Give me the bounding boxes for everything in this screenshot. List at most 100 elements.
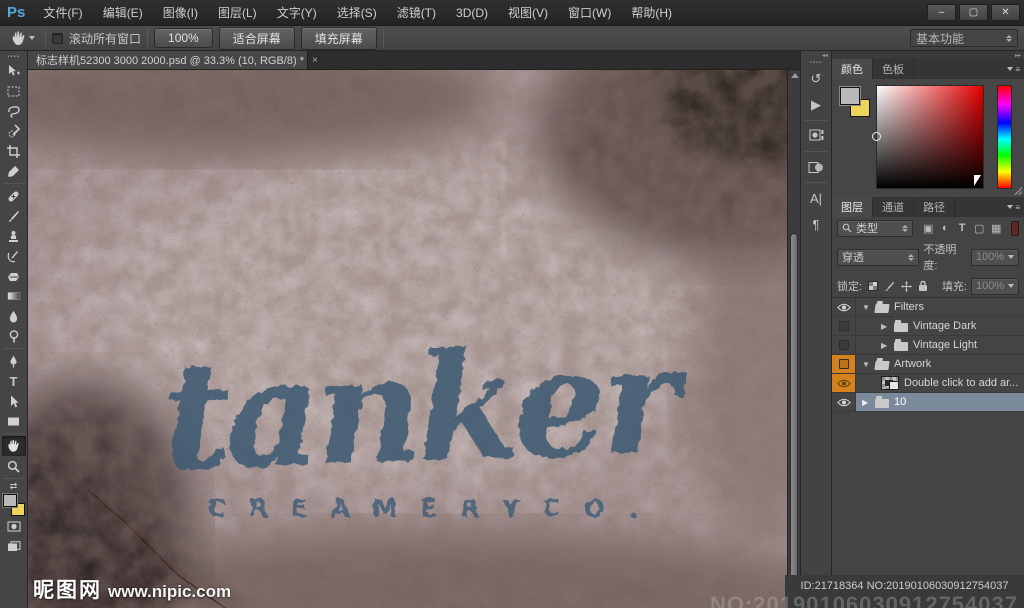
eraser-tool[interactable] <box>2 266 26 286</box>
swap-colors-icon[interactable]: ⇄ <box>10 481 18 491</box>
fill-screen-button[interactable]: 填充屏幕 <box>300 26 377 50</box>
filter-on-off-toggle[interactable] <box>1011 220 1019 236</box>
eyedropper-tool[interactable] <box>2 161 26 181</box>
layer-row-smart-object[interactable]: Double click to add ar... <box>832 374 1024 393</box>
foreground-color-swatch[interactable] <box>1 493 18 508</box>
actions-panel-icon[interactable]: ▶ <box>804 94 829 116</box>
filter-type-layers-icon[interactable]: T <box>955 222 969 234</box>
expand-triangle-icon[interactable]: ▼ <box>862 303 870 312</box>
type-tool[interactable]: T <box>2 371 26 391</box>
collapse-triangle-icon[interactable]: ▶ <box>881 322 889 331</box>
tab-channels[interactable]: 通道 <box>873 197 914 217</box>
fill-dropdown[interactable]: 100% <box>971 277 1019 295</box>
tab-layers[interactable]: 图层 <box>832 197 873 217</box>
collapse-triangle-icon[interactable]: ▶ <box>881 341 889 350</box>
pen-tool[interactable] <box>2 351 26 371</box>
filter-pixel-layers-icon[interactable]: ▣ <box>921 222 935 235</box>
tab-swatches[interactable]: 色板 <box>873 59 914 79</box>
minimize-button[interactable]: – <box>927 4 956 21</box>
menu-file[interactable]: 文件(F) <box>33 0 92 26</box>
history-brush-tool[interactable] <box>2 246 26 266</box>
scroll-all-windows-checkbox[interactable] <box>52 32 63 44</box>
menu-image[interactable]: 图像(I) <box>153 0 208 26</box>
panel-grip[interactable]: ▪▪▪▪ <box>7 53 20 61</box>
lasso-tool[interactable] <box>2 101 26 121</box>
paragraph-panel-icon[interactable]: ¶ <box>804 213 829 235</box>
zoom-tool[interactable] <box>2 456 26 476</box>
lock-transparency-icon[interactable] <box>868 281 879 291</box>
tab-paths[interactable]: 路径 <box>914 197 955 217</box>
blend-mode-dropdown[interactable]: 穿透 <box>837 248 920 266</box>
layer-row-10[interactable]: ▶ 10 <box>832 393 1024 412</box>
shape-tool[interactable] <box>2 411 26 431</box>
menu-type[interactable]: 文字(Y) <box>267 0 327 26</box>
layer-row-vintage-light[interactable]: ▶ Vintage Light <box>832 336 1024 355</box>
menu-3d[interactable]: 3D(D) <box>446 0 498 26</box>
clone-stamp-tool[interactable] <box>2 226 26 246</box>
canvas[interactable]: tanker C R E A M E R Y C O . 昵图网 www.nip… <box>28 70 787 608</box>
history-panel-icon[interactable]: ↺ <box>804 68 829 90</box>
gradient-tool[interactable] <box>2 286 26 306</box>
spot-healing-tool[interactable] <box>2 186 26 206</box>
dodge-tool[interactable] <box>2 326 26 346</box>
tab-color[interactable]: 颜色 <box>832 59 873 79</box>
adjustments-panel-icon[interactable] <box>804 125 829 147</box>
menu-window[interactable]: 窗口(W) <box>558 0 621 26</box>
filter-kind-dropdown[interactable]: 类型 <box>837 219 914 237</box>
menu-edit[interactable]: 编辑(E) <box>93 0 153 26</box>
menu-view[interactable]: 视图(V) <box>498 0 558 26</box>
lock-position-icon[interactable] <box>901 280 913 292</box>
path-selection-tool[interactable] <box>2 391 26 411</box>
visibility-toggle[interactable] <box>832 336 856 354</box>
menu-filter[interactable]: 滤镜(T) <box>387 0 446 26</box>
marquee-tool[interactable] <box>2 81 26 101</box>
foreground-color-swatch[interactable] <box>839 86 861 106</box>
quick-mask-toggle[interactable] <box>2 516 26 536</box>
workspace-switcher[interactable]: 基本功能 <box>910 29 1018 47</box>
menu-layer[interactable]: 图层(L) <box>208 0 267 26</box>
panel-menu-button[interactable]: ≡ <box>1007 197 1024 217</box>
zoom-100-button[interactable]: 100% <box>154 28 213 48</box>
maximize-button[interactable]: ▢ <box>959 4 988 21</box>
layer-row-artwork[interactable]: ▼ Artwork <box>832 355 1024 374</box>
filter-smart-objects-icon[interactable]: ▦ <box>989 222 1003 235</box>
crop-tool[interactable] <box>2 141 26 161</box>
layer-row-filters[interactable]: ▼ Filters <box>832 298 1024 317</box>
move-tool[interactable] <box>2 61 26 81</box>
visibility-toggle[interactable] <box>832 355 856 373</box>
saturation-brightness-field[interactable] <box>872 85 984 189</box>
quick-selection-tool[interactable] <box>2 121 26 141</box>
hue-slider[interactable] <box>997 85 1012 189</box>
collapse-triangle-icon[interactable]: ▶ <box>862 398 870 407</box>
fit-screen-button[interactable]: 适合屏幕 <box>218 26 295 50</box>
opacity-dropdown[interactable]: 100% <box>971 248 1019 266</box>
panel-resize-grip[interactable] <box>1014 187 1022 195</box>
expand-triangle-icon[interactable]: ▼ <box>862 360 870 369</box>
visibility-toggle[interactable] <box>832 374 856 392</box>
dock-expand-arrows[interactable]: ◂◂ <box>801 51 831 60</box>
screen-mode-toggle[interactable] <box>2 536 26 556</box>
filter-shape-layers-icon[interactable]: ▢ <box>972 222 986 235</box>
document-tab[interactable]: 标志样机52300 3000 2000.psd @ 33.3% (10, RGB… <box>28 51 318 69</box>
dock-collapse-arrows[interactable]: ▸▸ <box>832 51 1024 59</box>
visibility-toggle[interactable] <box>832 298 856 316</box>
scroll-up-icon[interactable] <box>791 73 799 78</box>
panel-menu-button[interactable]: ≡ <box>1007 59 1024 79</box>
hand-tool[interactable] <box>1 436 26 456</box>
brush-tool[interactable] <box>2 206 26 226</box>
tab-close-icon[interactable]: × <box>312 55 318 66</box>
visibility-toggle[interactable] <box>832 393 856 411</box>
blur-tool[interactable] <box>2 306 26 326</box>
layer-row-vintage-dark[interactable]: ▶ Vintage Dark <box>832 317 1024 336</box>
menu-help[interactable]: 帮助(H) <box>621 0 682 26</box>
current-tool-indicator[interactable] <box>6 30 39 46</box>
foreground-background-swatches[interactable] <box>1 493 25 516</box>
masks-panel-icon[interactable] <box>804 156 829 178</box>
menu-select[interactable]: 选择(S) <box>327 0 387 26</box>
filter-adjustment-layers-icon[interactable]: ◐ <box>938 222 952 234</box>
visibility-toggle[interactable] <box>832 317 856 335</box>
close-button[interactable]: ✕ <box>991 4 1020 21</box>
canvas-vertical-scrollbar[interactable] <box>787 70 800 608</box>
smart-object-thumbnail[interactable] <box>881 376 899 390</box>
scrollbar-thumb[interactable] <box>790 233 798 588</box>
